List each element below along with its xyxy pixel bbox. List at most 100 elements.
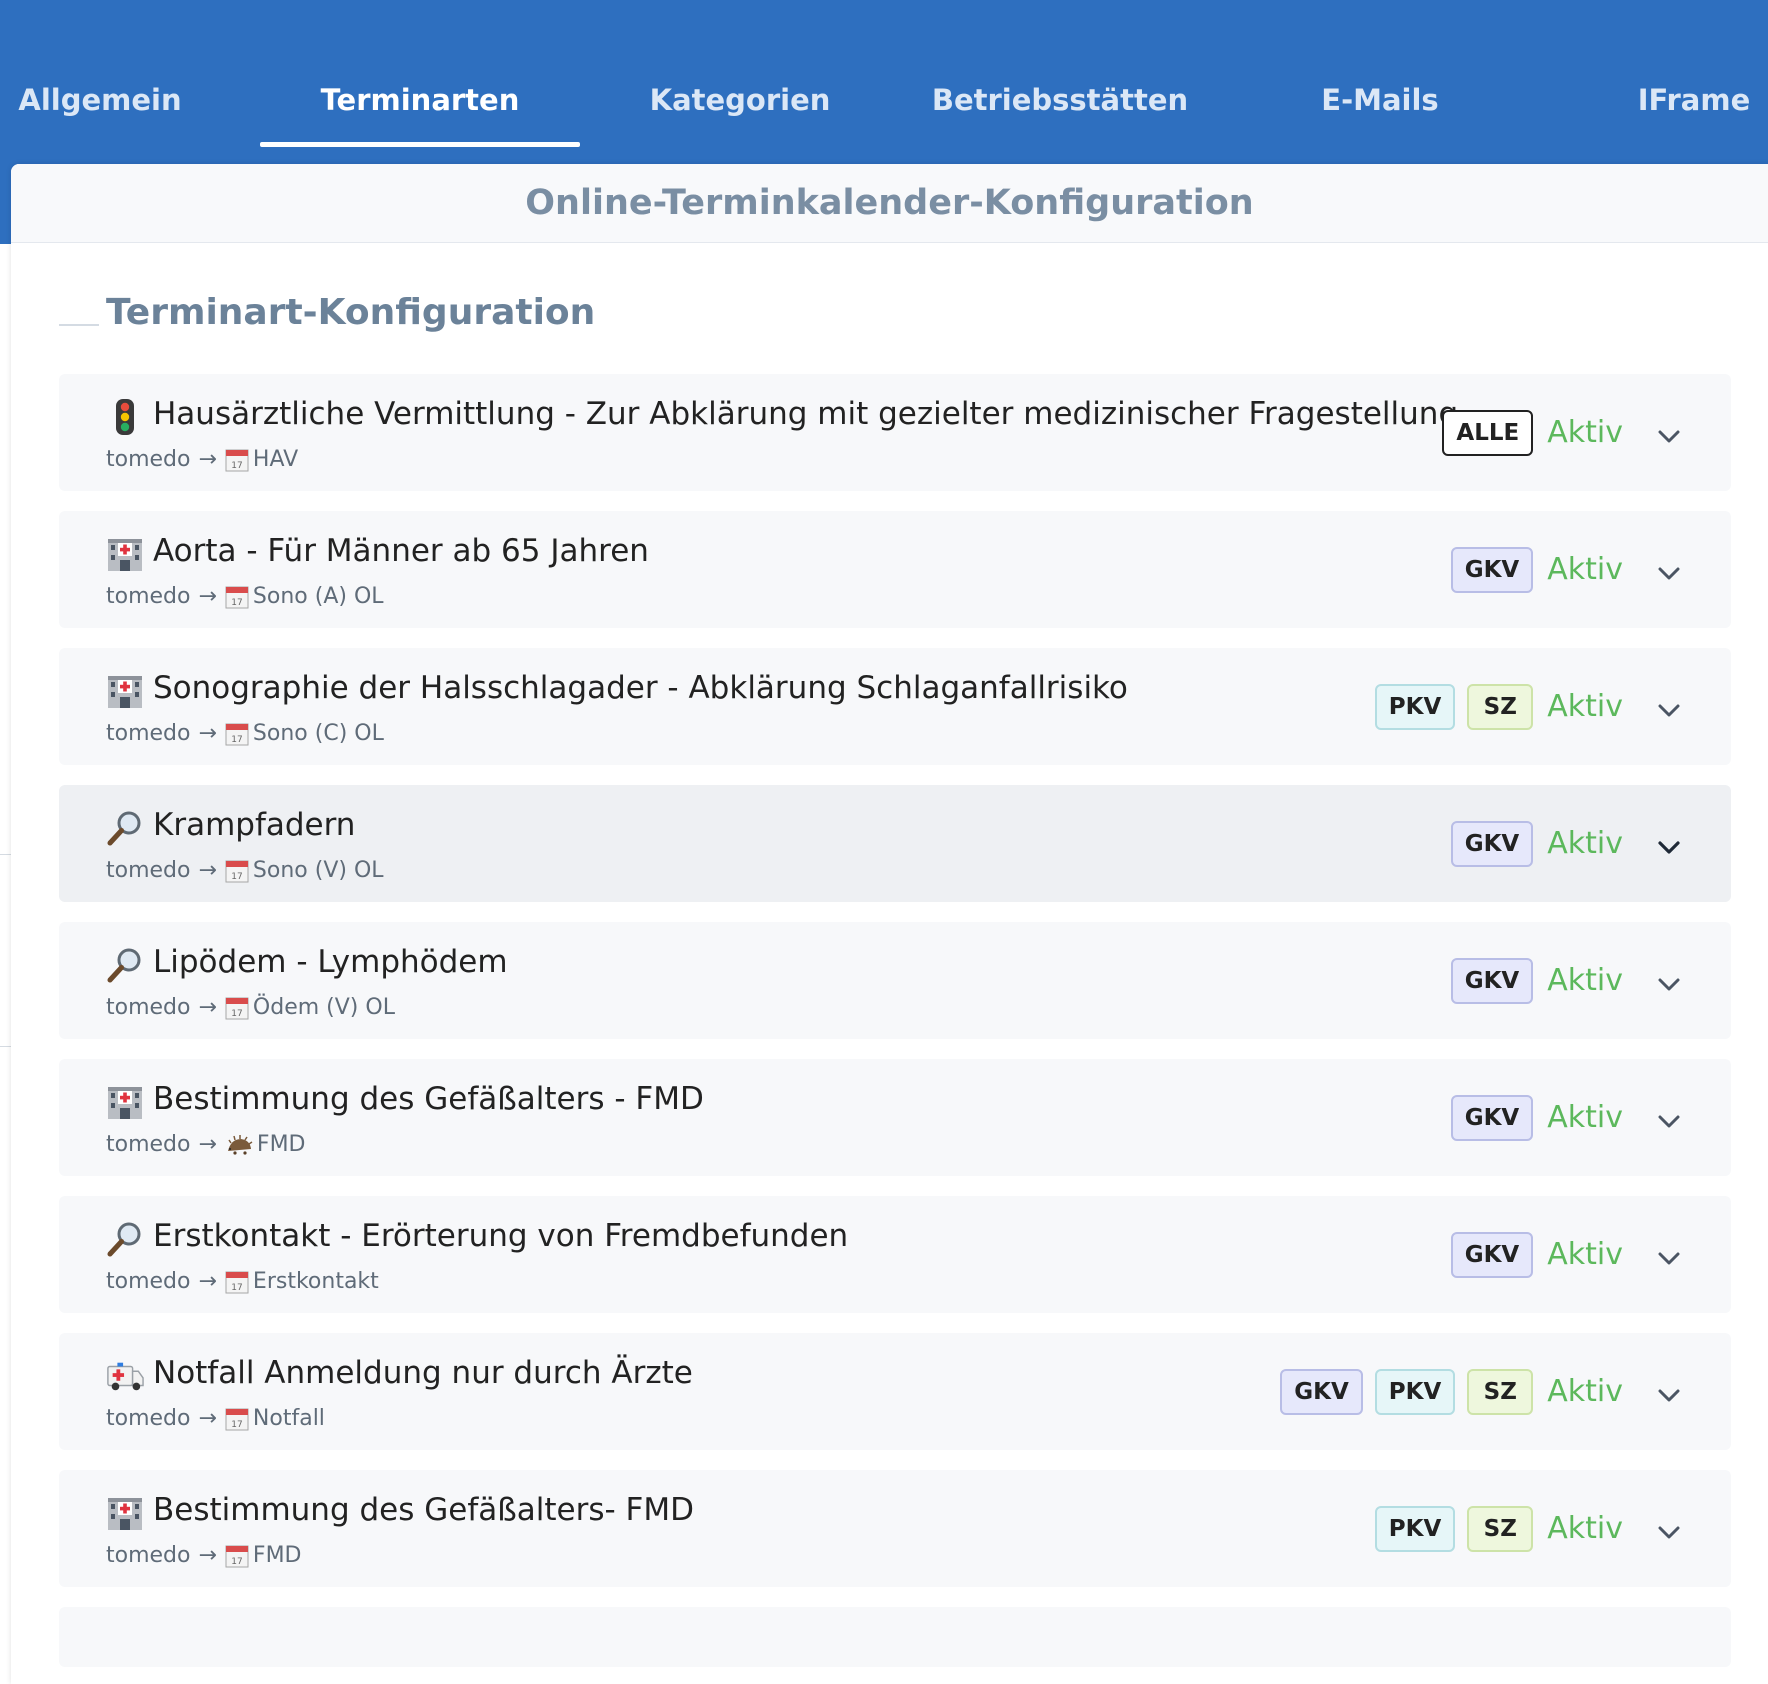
appointment-type-row[interactable]: Bestimmung des Gefäßalters- FMD tomedo → 17… (59, 1470, 1731, 1587)
card-header: Online-Terminkalender-Konfiguration (11, 164, 1768, 243)
target-calendar-label: Sono (A) OL (252, 584, 384, 609)
arrow-right-icon: → (198, 1406, 217, 1431)
row-meta: GKV Aktiv (1439, 511, 1731, 628)
status-badge: Aktiv (1547, 1511, 1623, 1546)
appointment-type-row[interactable]: Sonographie der Halsschlagader - Abkläru… (59, 648, 1731, 765)
tab-bar: Allgemein Terminarten Kategorien Betrieb… (0, 52, 1768, 148)
appointment-type-row[interactable]: Krampfadern tomedo → 17 Sono (V) OL GKV Aktiv (59, 785, 1731, 902)
appointment-type-row[interactable]: Notfall Anmeldung nur durch Ärzte tomedo →… (59, 1333, 1731, 1450)
insurance-badge-gkv: GKV (1450, 957, 1534, 1004)
row-meta: GKV Aktiv (1439, 1196, 1731, 1313)
chevron-down-icon[interactable] (1649, 965, 1689, 1005)
tab-kategorien[interactable]: Kategorien (580, 52, 900, 148)
row-title: Bestimmung des Gefäßalters- FMD (153, 1492, 694, 1528)
chevron-down-icon[interactable] (1649, 1102, 1689, 1142)
magnifier-icon (106, 946, 144, 984)
status-badge: Aktiv (1547, 826, 1623, 861)
tab-allgemein[interactable]: Allgemein (0, 52, 200, 148)
chevron-down-icon[interactable] (1649, 691, 1689, 731)
target-calendar-label: Sono (C) OL (252, 721, 384, 746)
svg-text:17: 17 (231, 461, 242, 471)
insurance-badge-gkv: GKV (1450, 820, 1534, 867)
target-calendar-label: Erstkontakt (252, 1269, 379, 1294)
appointment-type-row[interactable] (59, 1607, 1731, 1667)
calendar-icon: 17 (225, 1407, 249, 1431)
row-title: Sonographie der Halsschlagader - Abkläru… (153, 670, 1128, 706)
row-meta: GKV Aktiv (1439, 1059, 1731, 1176)
target-calendar-label: Sono (V) OL (252, 858, 384, 883)
source-label: tomedo (106, 584, 191, 609)
insurance-badge-sz: SZ (1467, 683, 1534, 730)
arrow-right-icon: → (198, 858, 217, 883)
chevron-down-icon[interactable] (1649, 828, 1689, 868)
appointment-type-row[interactable]: Erstkontakt - Erörterung von Fremdbefund… (59, 1196, 1731, 1313)
calendar-icon: 17 (225, 1270, 249, 1294)
status-badge: Aktiv (1547, 963, 1623, 998)
tab-iframe[interactable]: IFrame (1620, 52, 1768, 148)
hospital-icon (106, 672, 144, 710)
row-mapping: tomedo → 17 FMD (106, 1543, 302, 1568)
insurance-badge-alle: ALLE (1442, 409, 1534, 456)
appointment-type-row[interactable]: Hausärztliche Vermittlung - Zur Abklärun… (59, 374, 1731, 491)
tab-terminarten[interactable]: Terminarten (260, 52, 580, 148)
svg-text:17: 17 (231, 1557, 242, 1567)
insurance-badge-gkv: GKV (1450, 1094, 1534, 1141)
row-mapping: tomedo → 17 Sono (C) OL (106, 721, 384, 746)
row-mapping: tomedo → 17 Notfall (106, 1406, 325, 1431)
magnifier-icon (106, 1220, 144, 1258)
row-meta: GKV Aktiv (1439, 922, 1731, 1039)
source-label: tomedo (106, 995, 191, 1020)
arrow-right-icon: → (198, 1132, 217, 1157)
row-title: Lipödem - Lymphödem (153, 944, 508, 980)
svg-text:17: 17 (231, 1283, 242, 1293)
page-title: Online-Terminkalender-Konfiguration (525, 183, 1254, 223)
row-meta: ALLE Aktiv (1430, 374, 1731, 491)
insurance-badge-gkv: GKV (1450, 1231, 1534, 1278)
row-title: Bestimmung des Gefäßalters - FMD (153, 1081, 704, 1117)
tab-emails[interactable]: E-Mails (1220, 52, 1540, 148)
calendar-icon: 17 (225, 1544, 249, 1568)
left-edge (0, 244, 11, 1646)
ambulance-icon (106, 1357, 144, 1395)
arrow-right-icon: → (198, 447, 217, 472)
row-mapping: tomedo → 17 Sono (A) OL (106, 584, 384, 609)
svg-text:17: 17 (231, 872, 242, 882)
svg-text:17: 17 (231, 598, 242, 608)
status-badge: Aktiv (1547, 689, 1623, 724)
row-title: Notfall Anmeldung nur durch Ärzte (153, 1355, 693, 1391)
magnifier-icon (106, 809, 144, 847)
insurance-badge-sz: SZ (1467, 1505, 1534, 1552)
row-mapping: tomedo → 17 Erstkontakt (106, 1269, 379, 1294)
appointment-type-row[interactable]: Lipödem - Lymphödem tomedo → 17 Ödem (V) OL G… (59, 922, 1731, 1039)
status-badge: Aktiv (1547, 1374, 1623, 1409)
arrow-right-icon: → (198, 995, 217, 1020)
chevron-down-icon[interactable] (1649, 1513, 1689, 1553)
insurance-badge-gkv: GKV (1450, 546, 1534, 593)
target-calendar-label: FMD (252, 1543, 302, 1568)
source-label: tomedo (106, 1132, 191, 1157)
source-label: tomedo (106, 447, 191, 472)
appointment-type-row[interactable]: Aorta - Für Männer ab 65 Jahren tomedo → 17… (59, 511, 1731, 628)
row-title: Krampfadern (153, 807, 356, 843)
appointment-type-row[interactable]: Bestimmung des Gefäßalters - FMD tomedo → F… (59, 1059, 1731, 1176)
chevron-down-icon[interactable] (1649, 417, 1689, 457)
calendar-icon: 17 (225, 585, 249, 609)
row-mapping: tomedo → 17 HAV (106, 447, 298, 472)
row-mapping: tomedo → 17 Sono (V) OL (106, 858, 384, 883)
row-title: Aorta - Für Männer ab 65 Jahren (153, 533, 649, 569)
hospital-icon (106, 535, 144, 573)
section-divider (59, 324, 99, 326)
hospital-icon (106, 1083, 144, 1121)
arrow-right-icon: → (198, 1269, 217, 1294)
tab-betriebsstaetten[interactable]: Betriebsstätten (900, 52, 1220, 148)
config-card: Online-Terminkalender-Konfiguration Term… (11, 164, 1768, 1684)
row-meta: GKV Aktiv (1439, 785, 1731, 902)
chevron-down-icon[interactable] (1649, 1376, 1689, 1416)
target-calendar-label: FMD (256, 1132, 306, 1157)
insurance-badge-pkv: PKV (1374, 683, 1456, 730)
status-badge: Aktiv (1547, 552, 1623, 587)
target-calendar-label: HAV (252, 447, 299, 472)
traffic-light-icon (106, 398, 144, 436)
chevron-down-icon[interactable] (1649, 554, 1689, 594)
chevron-down-icon[interactable] (1649, 1239, 1689, 1279)
